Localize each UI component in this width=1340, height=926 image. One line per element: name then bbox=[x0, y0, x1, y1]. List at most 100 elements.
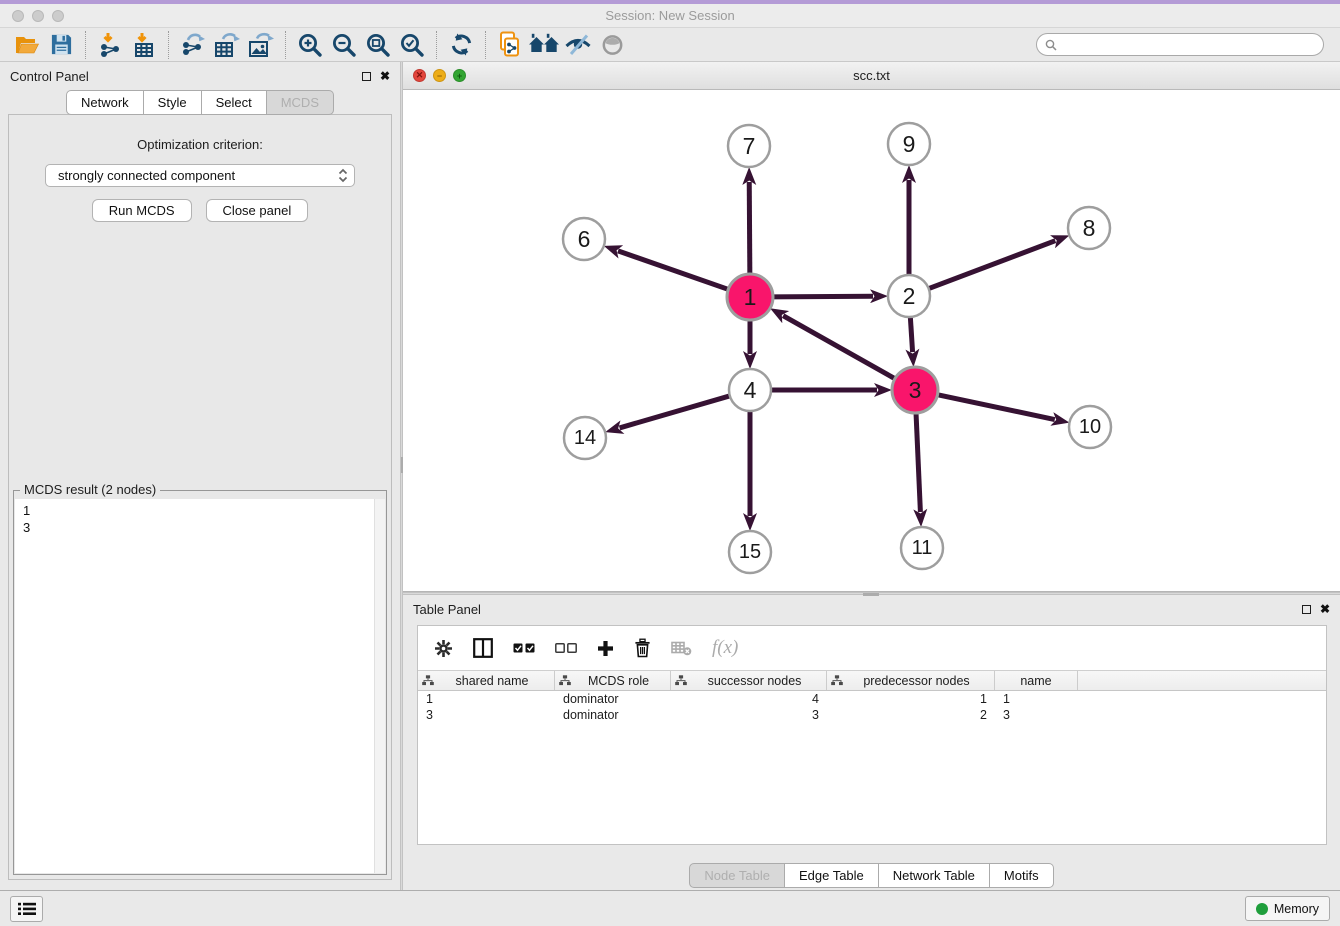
node-label: 1 bbox=[744, 284, 757, 310]
graph-edge-1-2[interactable] bbox=[771, 296, 873, 297]
graph-node-2[interactable]: 2 bbox=[888, 275, 930, 317]
panel-splitter-horizontal[interactable] bbox=[403, 592, 1340, 595]
cell-predecessor-nodes[interactable]: 1 bbox=[827, 692, 995, 706]
cell-mcds-role[interactable]: dominator bbox=[555, 708, 671, 722]
main-toolbar bbox=[0, 28, 1340, 62]
export-network-icon[interactable] bbox=[176, 30, 210, 60]
criterion-select[interactable]: strongly connected component bbox=[45, 164, 355, 187]
tab-network[interactable]: Network bbox=[66, 90, 144, 115]
zoom-selected-icon[interactable] bbox=[395, 30, 429, 60]
graph-edge-2-3[interactable] bbox=[910, 315, 912, 352]
graph-node-15[interactable]: 15 bbox=[729, 531, 771, 573]
table-row[interactable]: 1dominator411 bbox=[418, 691, 1326, 707]
column-header-successor-nodes[interactable]: successor nodes bbox=[671, 671, 827, 690]
search-field[interactable] bbox=[1036, 33, 1324, 56]
network-graph[interactable]: 7 9 6 8 1 2 4 3 14 10 15 11 bbox=[403, 90, 1338, 591]
column-header-mcds-role[interactable]: MCDS role bbox=[555, 671, 671, 690]
add-column-icon[interactable] bbox=[597, 640, 614, 657]
result-scrollbar[interactable] bbox=[374, 499, 385, 873]
cell-mcds-role[interactable]: dominator bbox=[555, 692, 671, 706]
show-columns-icon[interactable] bbox=[473, 638, 493, 658]
tab-network-table[interactable]: Network Table bbox=[879, 863, 990, 888]
graph-edge-4-14[interactable] bbox=[620, 395, 732, 428]
cell-predecessor-nodes[interactable]: 2 bbox=[827, 708, 995, 722]
close-panel-button[interactable]: Close panel bbox=[206, 199, 309, 222]
node-label: 6 bbox=[578, 226, 591, 252]
graph-edge-1-6[interactable] bbox=[618, 251, 730, 290]
graph-node-14[interactable]: 14 bbox=[564, 417, 606, 459]
delete-column-icon[interactable] bbox=[634, 638, 651, 658]
graph-edge-3-1[interactable] bbox=[783, 316, 897, 380]
search-input[interactable] bbox=[1062, 38, 1315, 52]
tab-node-table[interactable]: Node Table bbox=[689, 863, 785, 888]
zoom-fit-icon[interactable] bbox=[361, 30, 395, 60]
save-session-icon[interactable] bbox=[44, 30, 78, 60]
tab-motifs[interactable]: Motifs bbox=[990, 863, 1054, 888]
cell-shared-name[interactable]: 3 bbox=[418, 708, 555, 722]
hide-selected-icon[interactable] bbox=[561, 30, 595, 60]
float-panel-icon[interactable] bbox=[1302, 605, 1311, 614]
network-maximize-icon[interactable] bbox=[453, 69, 466, 82]
column-header-shared-name[interactable]: shared name bbox=[418, 671, 555, 690]
tab-select[interactable]: Select bbox=[202, 90, 267, 115]
graph-edge-3-10[interactable] bbox=[936, 394, 1055, 419]
export-image-icon[interactable] bbox=[244, 30, 278, 60]
graph-node-9[interactable]: 9 bbox=[888, 123, 930, 165]
graph-node-6[interactable]: 6 bbox=[563, 218, 605, 260]
node-label: 15 bbox=[739, 541, 761, 563]
graph-node-11[interactable]: 11 bbox=[901, 527, 943, 569]
open-session-icon[interactable] bbox=[10, 30, 44, 60]
refresh-layout-icon[interactable] bbox=[444, 30, 478, 60]
table-row[interactable]: 3dominator323 bbox=[418, 707, 1326, 723]
cell-name[interactable]: 1 bbox=[995, 692, 1078, 706]
cell-successor-nodes[interactable]: 4 bbox=[671, 692, 827, 706]
splitter-grip[interactable] bbox=[863, 593, 879, 596]
column-header-predecessor-nodes[interactable]: predecessor nodes bbox=[827, 671, 995, 690]
window-titlebar: Session: New Session bbox=[0, 4, 1340, 28]
column-header-name[interactable]: name bbox=[995, 671, 1078, 690]
mcds-result-area[interactable]: 1 3 bbox=[15, 499, 385, 873]
node-label: 14 bbox=[574, 427, 596, 449]
graph-node-3[interactable]: 3 bbox=[892, 367, 938, 413]
graph-edge-2-8[interactable] bbox=[927, 241, 1056, 290]
tab-edge-table[interactable]: Edge Table bbox=[785, 863, 879, 888]
cell-name[interactable]: 3 bbox=[995, 708, 1078, 722]
graph-edge-1-7[interactable] bbox=[749, 182, 750, 276]
show-hide-view-icon[interactable] bbox=[595, 30, 629, 60]
network-close-icon[interactable] bbox=[413, 69, 426, 82]
import-table-icon[interactable] bbox=[127, 30, 161, 60]
cell-shared-name[interactable]: 1 bbox=[418, 692, 555, 706]
network-minimize-icon[interactable] bbox=[433, 69, 446, 82]
cell-successor-nodes[interactable]: 3 bbox=[671, 708, 827, 722]
float-panel-icon[interactable] bbox=[362, 72, 371, 81]
tab-style[interactable]: Style bbox=[144, 90, 202, 115]
clone-network-icon[interactable] bbox=[493, 30, 527, 60]
task-history-button[interactable] bbox=[10, 896, 43, 922]
graph-node-10[interactable]: 10 bbox=[1069, 406, 1111, 448]
tab-mcds[interactable]: MCDS bbox=[267, 90, 334, 115]
settings-gear-icon[interactable] bbox=[434, 639, 453, 658]
close-panel-icon[interactable] bbox=[1320, 603, 1330, 615]
deselect-all-icon[interactable] bbox=[555, 642, 577, 654]
network-canvas[interactable]: 7 9 6 8 1 2 4 3 14 10 15 11 bbox=[403, 90, 1340, 591]
network-window-titlebar[interactable]: scc.txt bbox=[403, 62, 1340, 90]
toolbar-separator bbox=[485, 31, 486, 59]
export-table-icon[interactable] bbox=[210, 30, 244, 60]
select-all-icon[interactable] bbox=[513, 642, 535, 654]
close-panel-icon[interactable] bbox=[380, 70, 390, 82]
memory-button[interactable]: Memory bbox=[1245, 896, 1330, 921]
run-mcds-button[interactable]: Run MCDS bbox=[92, 199, 192, 222]
mcds-result-title: MCDS result (2 nodes) bbox=[20, 482, 160, 497]
graph-node-1[interactable]: 1 bbox=[727, 274, 773, 320]
import-network-icon[interactable] bbox=[93, 30, 127, 60]
home-icon[interactable] bbox=[527, 30, 561, 60]
zoom-in-icon[interactable] bbox=[293, 30, 327, 60]
graph-node-4[interactable]: 4 bbox=[729, 369, 771, 411]
network-view-window: scc.txt 7 9 6 8 1 2 4 3 14 10 15 11 bbox=[403, 62, 1340, 592]
graph-edge-3-11[interactable] bbox=[916, 411, 920, 512]
zoom-out-icon[interactable] bbox=[327, 30, 361, 60]
graph-node-8[interactable]: 8 bbox=[1068, 207, 1110, 249]
node-label: 4 bbox=[744, 377, 757, 403]
graph-node-7[interactable]: 7 bbox=[728, 125, 770, 167]
delete-table-icon bbox=[671, 641, 692, 656]
